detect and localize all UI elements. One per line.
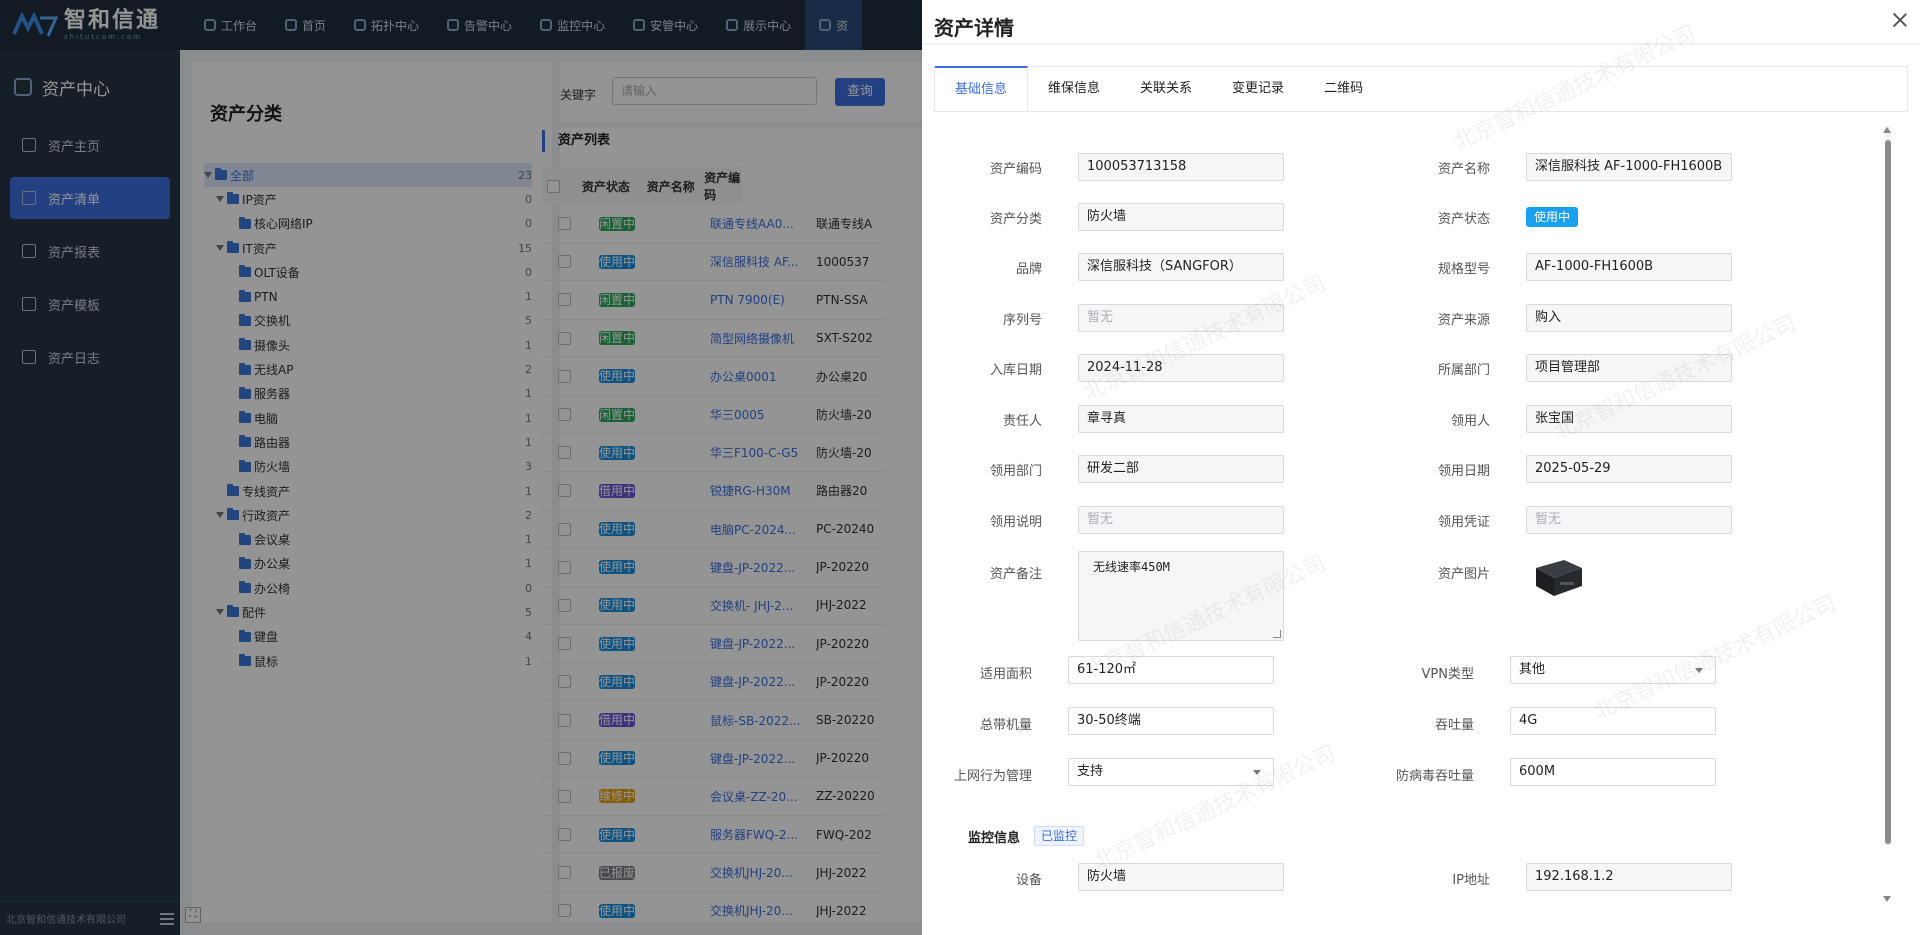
in-date-label: 入库日期 [989, 363, 1042, 378]
receiver-label: 领用人 [1450, 414, 1490, 429]
modal-overlay[interactable] [0, 0, 922, 935]
capacity-label: 总带机量 [979, 718, 1032, 733]
receive-dept-field[interactable]: 研发二部 [1078, 455, 1284, 483]
behavior-selected-value: 支持 [1077, 764, 1104, 779]
drawer-title: 资产详情 [934, 16, 1014, 40]
receive-note-label: 领用说明 [989, 515, 1042, 530]
source-label: 资产来源 [1437, 313, 1490, 328]
status-badge: 使用中 [1526, 207, 1579, 227]
area-field[interactable]: 61-120㎡ [1068, 656, 1274, 684]
model-field[interactable]: AF-1000-FH1600B [1526, 253, 1732, 281]
category-field[interactable]: 防火墙 [1078, 203, 1284, 231]
remark-label: 资产备注 [989, 567, 1042, 582]
receive-date-label: 领用日期 [1437, 464, 1490, 479]
owner-label: 责任人 [1002, 414, 1042, 429]
vpn-label: VPN类型 [1421, 667, 1474, 682]
detail-tab[interactable]: 关联关系 [1120, 67, 1212, 111]
behavior-label: 上网行为管理 [953, 769, 1032, 784]
vpn-selected-value: 其他 [1519, 662, 1546, 677]
ip-field[interactable]: 192.168.1.2 [1526, 863, 1732, 891]
detail-tab[interactable]: 二维码 [1304, 67, 1383, 111]
brand-field[interactable]: 深信服科技（SANGFOR） [1078, 253, 1284, 281]
asset-name-field[interactable]: 深信服科技 AF-1000-FH1600B [1526, 153, 1732, 181]
receive-date-field[interactable]: 2025-05-29 [1526, 455, 1732, 483]
close-icon[interactable] [1892, 12, 1908, 28]
watermark: 北京智和信通技术有限公司 [1090, 741, 1340, 876]
throughput-field[interactable]: 4G [1510, 707, 1716, 735]
serial-label: 序列号 [1002, 313, 1042, 328]
av-throughput-field[interactable]: 600M [1510, 758, 1716, 786]
behavior-select[interactable]: 支持 [1068, 758, 1274, 786]
capacity-field[interactable]: 30-50终端 [1068, 707, 1274, 735]
throughput-label: 吞吐量 [1434, 718, 1474, 733]
resize-handle-icon[interactable] [1273, 630, 1281, 638]
asset-detail-drawer: 资产详情 基础信息 维保信息 关联关系 变更记录 二维码 资产编码 1000537131… [922, 0, 1920, 935]
image-label: 资产图片 [1437, 567, 1490, 582]
remark-text: 无线速率450M [1093, 560, 1170, 574]
chevron-down-icon [1253, 770, 1261, 775]
receive-note-field[interactable]: 暂无 [1078, 506, 1284, 534]
detail-tab[interactable]: 维保信息 [1028, 67, 1120, 111]
receive-proof-label: 领用凭证 [1437, 515, 1490, 530]
receive-dept-label: 领用部门 [989, 464, 1042, 479]
serial-field[interactable]: 暂无 [1078, 304, 1284, 332]
asset-image-thumbnail[interactable] [1530, 554, 1586, 600]
device-field[interactable]: 防火墙 [1078, 863, 1284, 891]
ip-label: IP地址 [1452, 873, 1490, 888]
remark-textarea[interactable]: 无线速率450M [1078, 551, 1284, 641]
source-field[interactable]: 购入 [1526, 304, 1732, 332]
watermark: 北京智和信通技术有限公司 [1080, 271, 1330, 406]
category-label: 资产分类 [989, 212, 1042, 227]
detail-tabs: 基础信息 维保信息 关联关系 变更记录 二维码 [934, 66, 1908, 112]
vpn-select[interactable]: 其他 [1510, 656, 1716, 684]
monitor-status-tag: 已监控 [1034, 826, 1085, 846]
drawer-scrollbar-thumb[interactable] [1885, 140, 1891, 844]
device-label: 设备 [1015, 873, 1042, 888]
department-field[interactable]: 项目管理部 [1526, 354, 1732, 382]
owner-field[interactable]: 章寻真 [1078, 405, 1284, 433]
asset-name-label: 资产名称 [1437, 162, 1490, 177]
monitor-section-title: 监控信息 [968, 831, 1021, 846]
scroll-down-icon[interactable] [1883, 896, 1891, 902]
asset-code-label: 资产编码 [989, 162, 1042, 177]
drawer-divider [922, 43, 1920, 45]
brand-label: 品牌 [1015, 262, 1042, 277]
department-label: 所属部门 [1437, 363, 1490, 378]
detail-tab[interactable]: 基础信息 [935, 66, 1029, 112]
status-label: 资产状态 [1437, 212, 1490, 227]
scroll-up-icon[interactable] [1883, 127, 1891, 133]
av-throughput-label: 防病毒吞吐量 [1395, 769, 1474, 784]
chevron-down-icon [1695, 668, 1703, 673]
in-date-field[interactable]: 2024-11-28 [1078, 354, 1284, 382]
receiver-field[interactable]: 张宝国 [1526, 405, 1732, 433]
area-label: 适用面积 [979, 667, 1032, 682]
detail-tab[interactable]: 变更记录 [1212, 67, 1304, 111]
receive-proof-field[interactable]: 暂无 [1526, 506, 1732, 534]
model-label: 规格型号 [1437, 262, 1490, 277]
asset-code-field[interactable]: 100053713158 [1078, 153, 1284, 181]
